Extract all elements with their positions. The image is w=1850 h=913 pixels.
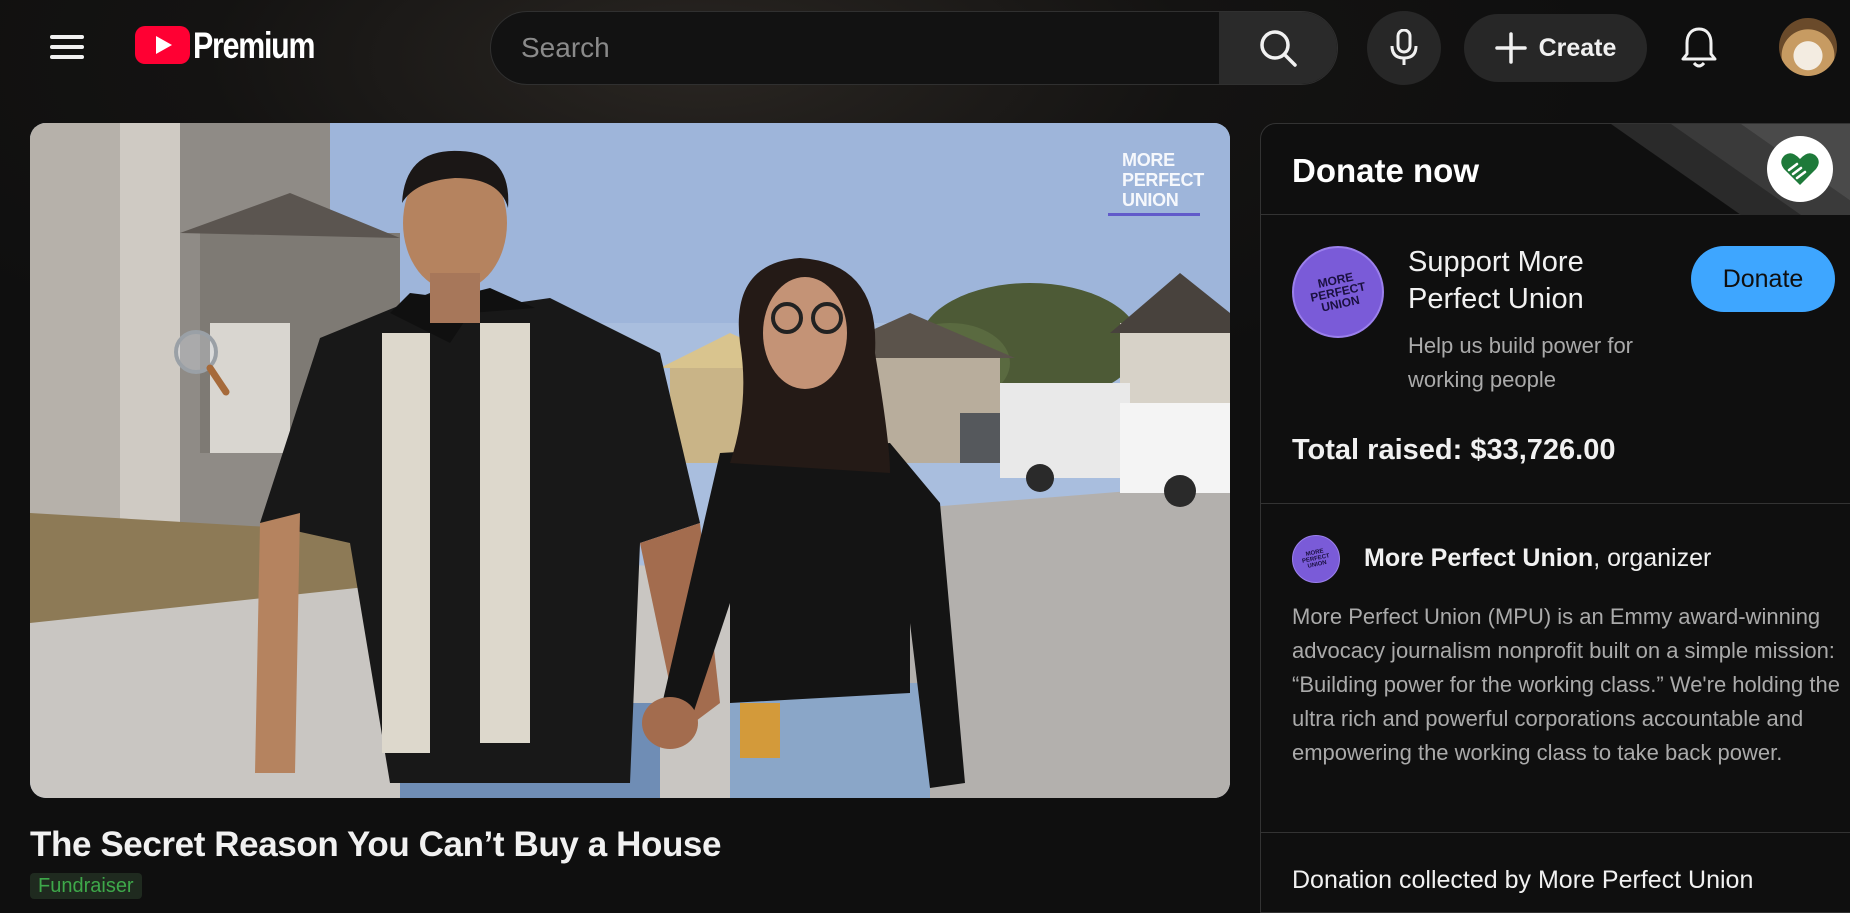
org-logo-text: MORE PERFECT UNION (1289, 532, 1344, 587)
donate-panel-header: Donate now (1261, 124, 1850, 215)
donate-button[interactable]: Donate (1691, 246, 1835, 312)
watermark-line: PERFECT (1122, 170, 1204, 190)
youtube-premium-logo[interactable]: Premium (135, 26, 341, 64)
voice-search-button[interactable] (1367, 11, 1441, 85)
divider (1261, 503, 1850, 504)
search-icon (1260, 30, 1297, 67)
divider (1261, 832, 1850, 833)
organizer-role: , organizer (1593, 544, 1712, 572)
search-button[interactable] (1219, 12, 1337, 84)
search-input[interactable] (491, 12, 1219, 84)
notifications-button[interactable] (1674, 20, 1724, 76)
logo-text: Premium (193, 24, 315, 66)
org-logo-text: MORE PERFECT UNION (1286, 240, 1390, 344)
watermark-line: MORE (1122, 150, 1175, 170)
video-frame (30, 123, 1230, 798)
fundraiser-badge[interactable]: Fundraiser (30, 873, 142, 899)
total-raised: Total raised: $33,726.00 (1292, 434, 1616, 466)
plus-icon (1494, 32, 1527, 64)
search-box (490, 11, 1338, 85)
account-avatar[interactable] (1779, 18, 1837, 76)
organizer-name[interactable]: More Perfect Union (1364, 544, 1593, 572)
video-title: The Secret Reason You Can’t Buy a House (30, 825, 722, 864)
donate-badge (1767, 136, 1833, 202)
watermark-underline (1108, 213, 1200, 216)
hamburger-menu-icon[interactable] (50, 33, 84, 61)
donate-panel: Donate now MORE PERFECT UNION Support Mo… (1260, 123, 1850, 913)
heart-hands-icon (1781, 153, 1819, 185)
youtube-play-icon (135, 26, 190, 64)
organizer-avatar[interactable]: MORE PERFECT UNION (1292, 535, 1340, 583)
org-logo: MORE PERFECT UNION (1292, 246, 1384, 338)
donate-panel-title: Donate now (1292, 152, 1479, 189)
support-title: Support More Perfect Union (1408, 246, 1584, 315)
bell-icon (1681, 27, 1717, 68)
support-subtitle: Help us build power for working people (1408, 333, 1634, 392)
organizer-line: More Perfect Union, organizer (1364, 544, 1711, 573)
create-button[interactable]: Create (1464, 14, 1647, 82)
microphone-icon (1390, 29, 1418, 65)
create-label: Create (1538, 33, 1617, 62)
masthead: Premium Create (0, 0, 1850, 96)
video-watermark: MORE PERFECT UNION (1122, 150, 1204, 210)
watermark-line: UNION (1122, 190, 1179, 210)
video-player[interactable] (30, 123, 1230, 798)
magnifier-cursor-icon (174, 330, 230, 396)
organizer-description: More Perfect Union (MPU) is an Emmy awar… (1292, 604, 1840, 765)
